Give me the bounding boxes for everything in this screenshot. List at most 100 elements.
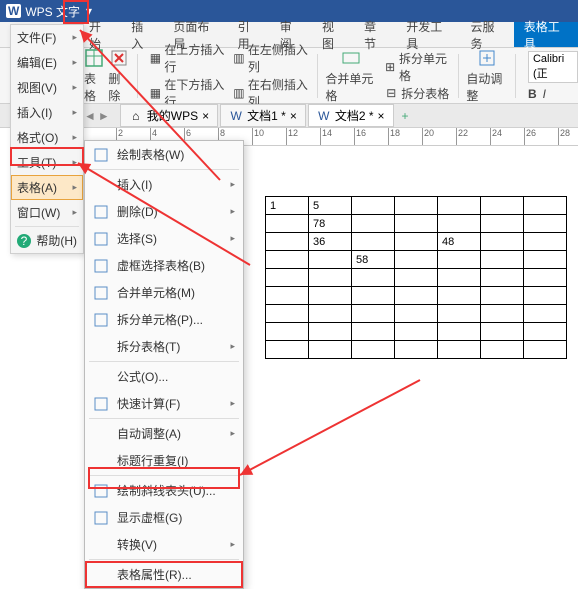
submenu-item[interactable]: 绘制表格(W) [85, 141, 243, 168]
ribbon-split-cell[interactable]: ⊞拆分单元格 [384, 50, 449, 84]
table-cell[interactable] [481, 323, 524, 341]
doctab-doc1[interactable]: W文档1 *× [220, 104, 306, 127]
bold-button[interactable]: B [528, 87, 537, 101]
table-cell[interactable] [309, 251, 352, 269]
file-menu-item[interactable]: 表格(A)▸ [11, 175, 83, 200]
table-cell[interactable] [352, 341, 395, 359]
table-cell[interactable] [438, 323, 481, 341]
table-cell[interactable] [524, 215, 567, 233]
submenu-item[interactable]: 拆分表格(T)▸ [85, 333, 243, 360]
font-select[interactable]: Calibri (正 [528, 51, 578, 83]
table-cell[interactable] [266, 323, 309, 341]
italic-button[interactable]: I [543, 87, 546, 101]
table-cell[interactable] [395, 287, 438, 305]
ribbon-split-table[interactable]: ⊟拆分表格 [384, 85, 449, 102]
file-menu-item[interactable]: 文件(F)▸ [11, 25, 83, 50]
table-cell[interactable] [352, 197, 395, 215]
table-cell[interactable] [524, 305, 567, 323]
file-menu-item[interactable]: 编辑(E)▸ [11, 50, 83, 75]
submenu-item[interactable]: 插入(I)▸ [85, 171, 243, 198]
table-cell[interactable] [438, 251, 481, 269]
submenu-item[interactable]: 拆分单元格(P)... [85, 306, 243, 333]
table-cell[interactable] [266, 251, 309, 269]
table-cell[interactable] [438, 287, 481, 305]
app-dropdown-icon[interactable]: ▾ [86, 4, 92, 18]
close-icon[interactable]: × [202, 109, 209, 123]
tab-6[interactable]: 章节 [354, 22, 396, 47]
submenu-item[interactable]: 自动调整(A)▸ [85, 420, 243, 447]
table-cell[interactable] [395, 269, 438, 287]
table-cell[interactable] [524, 341, 567, 359]
table-cell[interactable] [266, 215, 309, 233]
submenu-item[interactable]: 删除(D)▸ [85, 198, 243, 225]
table-cell[interactable] [352, 215, 395, 233]
file-menu-item[interactable]: 格式(O)▸ [11, 125, 83, 150]
table-cell[interactable] [438, 305, 481, 323]
table-cell[interactable] [481, 197, 524, 215]
ribbon-merge[interactable]: 合并单元格 [325, 48, 376, 104]
table-cell[interactable] [266, 287, 309, 305]
ribbon-row-above[interactable]: ▦在上方插入行 [150, 41, 225, 75]
table-cell[interactable] [309, 323, 352, 341]
close-icon[interactable]: × [378, 109, 385, 123]
submenu-item[interactable]: 表格属性(R)... [85, 561, 243, 588]
nav-fwd-icon[interactable]: ► [98, 109, 110, 123]
table-cell[interactable]: 1 [266, 197, 309, 215]
table-cell[interactable] [352, 323, 395, 341]
table-cell[interactable] [438, 197, 481, 215]
table-cell[interactable] [481, 269, 524, 287]
file-menu-item[interactable]: 工具(T)▸ [11, 150, 83, 175]
table-cell[interactable] [481, 233, 524, 251]
submenu-item[interactable]: 转换(V)▸ [85, 531, 243, 558]
tab-8[interactable]: 云服务 [461, 22, 514, 47]
file-menu-item[interactable]: ?帮助(H) [11, 228, 83, 253]
file-menu-item[interactable]: 窗口(W)▸ [11, 200, 83, 225]
tab-9[interactable]: 表格工具 [514, 22, 578, 47]
doctab-home[interactable]: ⌂我的WPS× [120, 104, 218, 127]
submenu-item[interactable]: 显示虚框(G) [85, 504, 243, 531]
table-cell[interactable] [438, 269, 481, 287]
ribbon-delete[interactable]: 删除 [108, 48, 128, 104]
table-cell[interactable] [395, 341, 438, 359]
nav-back-icon[interactable]: ◄ [84, 109, 96, 123]
table-cell[interactable] [481, 341, 524, 359]
table-cell[interactable]: 5 [309, 197, 352, 215]
table-cell[interactable] [309, 341, 352, 359]
table-cell[interactable] [266, 233, 309, 251]
table-cell[interactable]: 48 [438, 233, 481, 251]
table-cell[interactable] [395, 197, 438, 215]
tab-5[interactable]: 视图 [312, 22, 354, 47]
table-cell[interactable] [395, 233, 438, 251]
submenu-item[interactable]: 选择(S)▸ [85, 225, 243, 252]
submenu-item[interactable]: 合并单元格(M) [85, 279, 243, 306]
ribbon-autofit[interactable]: 自动调整 [466, 48, 507, 104]
table-cell[interactable] [352, 233, 395, 251]
table-cell[interactable] [352, 269, 395, 287]
table-cell[interactable] [395, 251, 438, 269]
table-cell[interactable]: 78 [309, 215, 352, 233]
table-cell[interactable] [524, 269, 567, 287]
table-cell[interactable] [481, 305, 524, 323]
submenu-item[interactable]: 虚框选择表格(B) [85, 252, 243, 279]
tab-7[interactable]: 开发工具 [396, 22, 460, 47]
table-cell[interactable] [395, 323, 438, 341]
table-cell[interactable] [395, 215, 438, 233]
table-cell[interactable] [524, 323, 567, 341]
table-cell[interactable] [524, 233, 567, 251]
table-cell[interactable]: 58 [352, 251, 395, 269]
table-cell[interactable] [481, 215, 524, 233]
close-icon[interactable]: × [290, 109, 297, 123]
table-cell[interactable] [309, 305, 352, 323]
tab-0[interactable]: 开始 [79, 22, 121, 47]
submenu-item[interactable]: 快速计算(F)▸ [85, 390, 243, 417]
table-cell[interactable] [395, 305, 438, 323]
submenu-item[interactable]: 标题行重复(I) [85, 447, 243, 474]
add-tab-icon[interactable]: + [396, 109, 415, 123]
table-cell[interactable] [438, 341, 481, 359]
document-table[interactable]: 157836 48 58 [265, 196, 567, 359]
table-cell[interactable] [481, 287, 524, 305]
table-cell[interactable] [266, 305, 309, 323]
table-cell[interactable] [352, 305, 395, 323]
table-cell[interactable]: 36 [309, 233, 352, 251]
table-cell[interactable] [309, 269, 352, 287]
